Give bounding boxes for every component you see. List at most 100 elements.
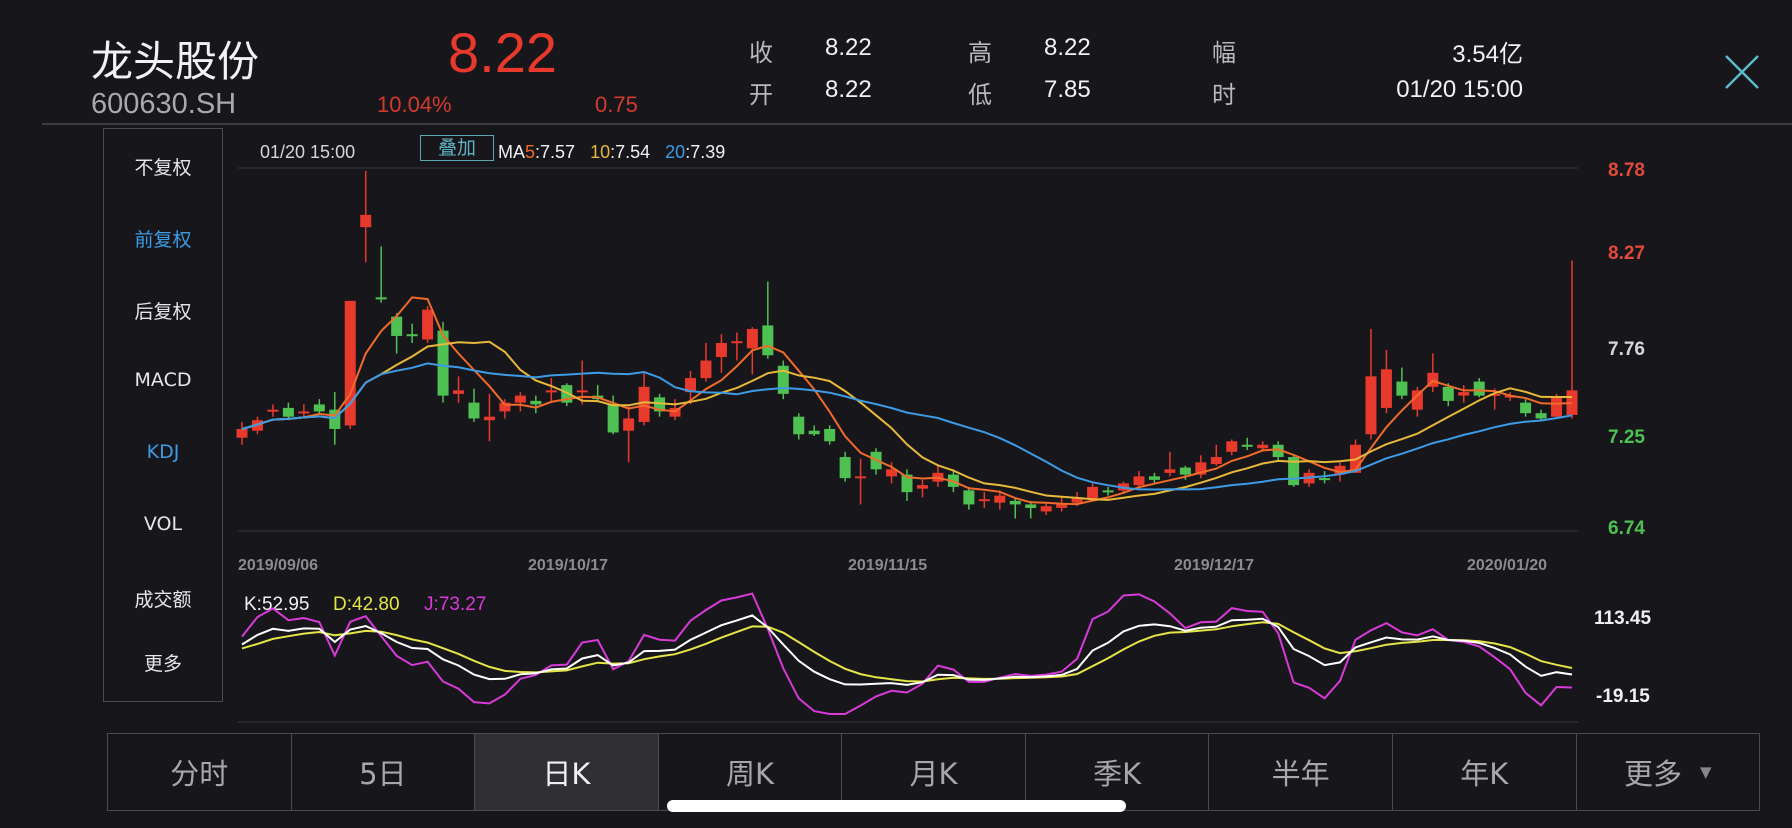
- candle-body: [855, 476, 867, 479]
- candle-body: [530, 400, 542, 405]
- tab-more[interactable]: 更多 ▼: [1577, 734, 1760, 810]
- candle-body: [824, 428, 836, 442]
- candle: [406, 323, 418, 343]
- candle: [1566, 260, 1578, 419]
- tab-label: 半年: [1271, 757, 1330, 791]
- candle-body: [1025, 504, 1037, 508]
- candle: [932, 465, 944, 487]
- candle-body: [313, 404, 325, 412]
- candle: [1226, 439, 1238, 456]
- candle-body: [638, 386, 650, 422]
- candle-body: [360, 214, 372, 228]
- candle-body: [715, 342, 727, 358]
- candle: [236, 421, 248, 445]
- candle-body: [1087, 486, 1099, 500]
- candle: [777, 360, 789, 400]
- chevron-down-icon: ▼: [1700, 763, 1712, 781]
- candle-body: [1473, 381, 1485, 396]
- candle-body: [916, 485, 928, 489]
- tab-label: 月K: [909, 757, 958, 791]
- candle-body: [994, 495, 1006, 503]
- tab-monthly-k[interactable]: 月K: [842, 734, 1026, 810]
- candle-body: [731, 341, 743, 344]
- candle-body: [1056, 504, 1068, 508]
- candle-body: [267, 409, 279, 412]
- kdj-k-line: [241, 614, 1573, 686]
- tab-label: 日K: [542, 757, 591, 791]
- candle-body: [1164, 469, 1176, 473]
- candle: [700, 342, 712, 382]
- candle-body: [1210, 457, 1222, 465]
- tab-5day[interactable]: 5日: [292, 734, 476, 810]
- tab-intraday[interactable]: 分时: [108, 734, 292, 810]
- candle: [1535, 409, 1547, 421]
- candle: [978, 492, 990, 508]
- candle: [375, 246, 387, 303]
- candle: [1365, 328, 1377, 440]
- candle-body: [483, 416, 495, 421]
- candle: [313, 399, 325, 415]
- candle: [1288, 455, 1300, 487]
- candle: [545, 378, 557, 401]
- candle-body: [623, 418, 635, 431]
- candle-body: [1148, 476, 1160, 480]
- tab-quarterly-k[interactable]: 季K: [1026, 734, 1210, 810]
- candle: [793, 413, 805, 440]
- candle: [1241, 437, 1253, 451]
- candle-body: [1133, 476, 1145, 486]
- candle-body: [1319, 478, 1331, 481]
- candle-body: [236, 428, 248, 438]
- candle: [1195, 455, 1207, 479]
- candle: [267, 404, 279, 417]
- candle-body: [1226, 441, 1238, 452]
- candle-body: [1102, 490, 1114, 493]
- candle-body: [607, 404, 619, 433]
- candle: [731, 332, 743, 361]
- candle-body: [978, 499, 990, 502]
- tab-daily-k[interactable]: 日K: [475, 734, 659, 810]
- candle-body: [1009, 500, 1021, 505]
- candle: [483, 393, 495, 442]
- tab-label: 5日: [359, 757, 407, 791]
- candle-body: [298, 411, 310, 414]
- candle: [1520, 399, 1532, 417]
- candle: [855, 458, 867, 505]
- home-indicator[interactable]: [667, 800, 1126, 812]
- candle: [422, 306, 434, 343]
- kline-chart[interactable]: [0, 0, 1792, 828]
- candle-body: [1458, 392, 1470, 396]
- candle: [1164, 451, 1176, 477]
- candle-body: [1040, 506, 1052, 512]
- candle-body: [963, 490, 975, 505]
- candle: [1009, 497, 1021, 519]
- kdj-j-line: [241, 592, 1573, 715]
- tab-label: 周K: [725, 757, 774, 791]
- candle-body: [762, 325, 774, 356]
- tab-weekly-k[interactable]: 周K: [659, 734, 843, 810]
- candle-body: [793, 416, 805, 435]
- candle-body: [545, 390, 557, 393]
- candle: [1427, 353, 1439, 393]
- candle-body: [1520, 402, 1532, 414]
- candle-body: [422, 309, 434, 340]
- candle: [715, 334, 727, 373]
- candle-body: [1179, 467, 1191, 475]
- candle-body: [406, 334, 418, 337]
- candle-body: [1365, 376, 1377, 435]
- candle-body: [453, 390, 465, 394]
- tab-label: 季K: [1093, 757, 1142, 791]
- candle: [808, 425, 820, 436]
- candle: [1102, 486, 1114, 496]
- tab-half-year[interactable]: 半年: [1209, 734, 1393, 810]
- candle: [916, 479, 928, 498]
- candle-body: [1442, 386, 1454, 401]
- candle-body: [282, 407, 294, 417]
- tab-yearly-k[interactable]: 年K: [1393, 734, 1577, 810]
- candle-body: [1551, 397, 1563, 417]
- candle: [1040, 502, 1052, 515]
- candle: [1025, 500, 1037, 519]
- candle: [654, 393, 666, 417]
- candle-body: [808, 430, 820, 435]
- candle-body: [1535, 413, 1547, 419]
- candle: [530, 395, 542, 414]
